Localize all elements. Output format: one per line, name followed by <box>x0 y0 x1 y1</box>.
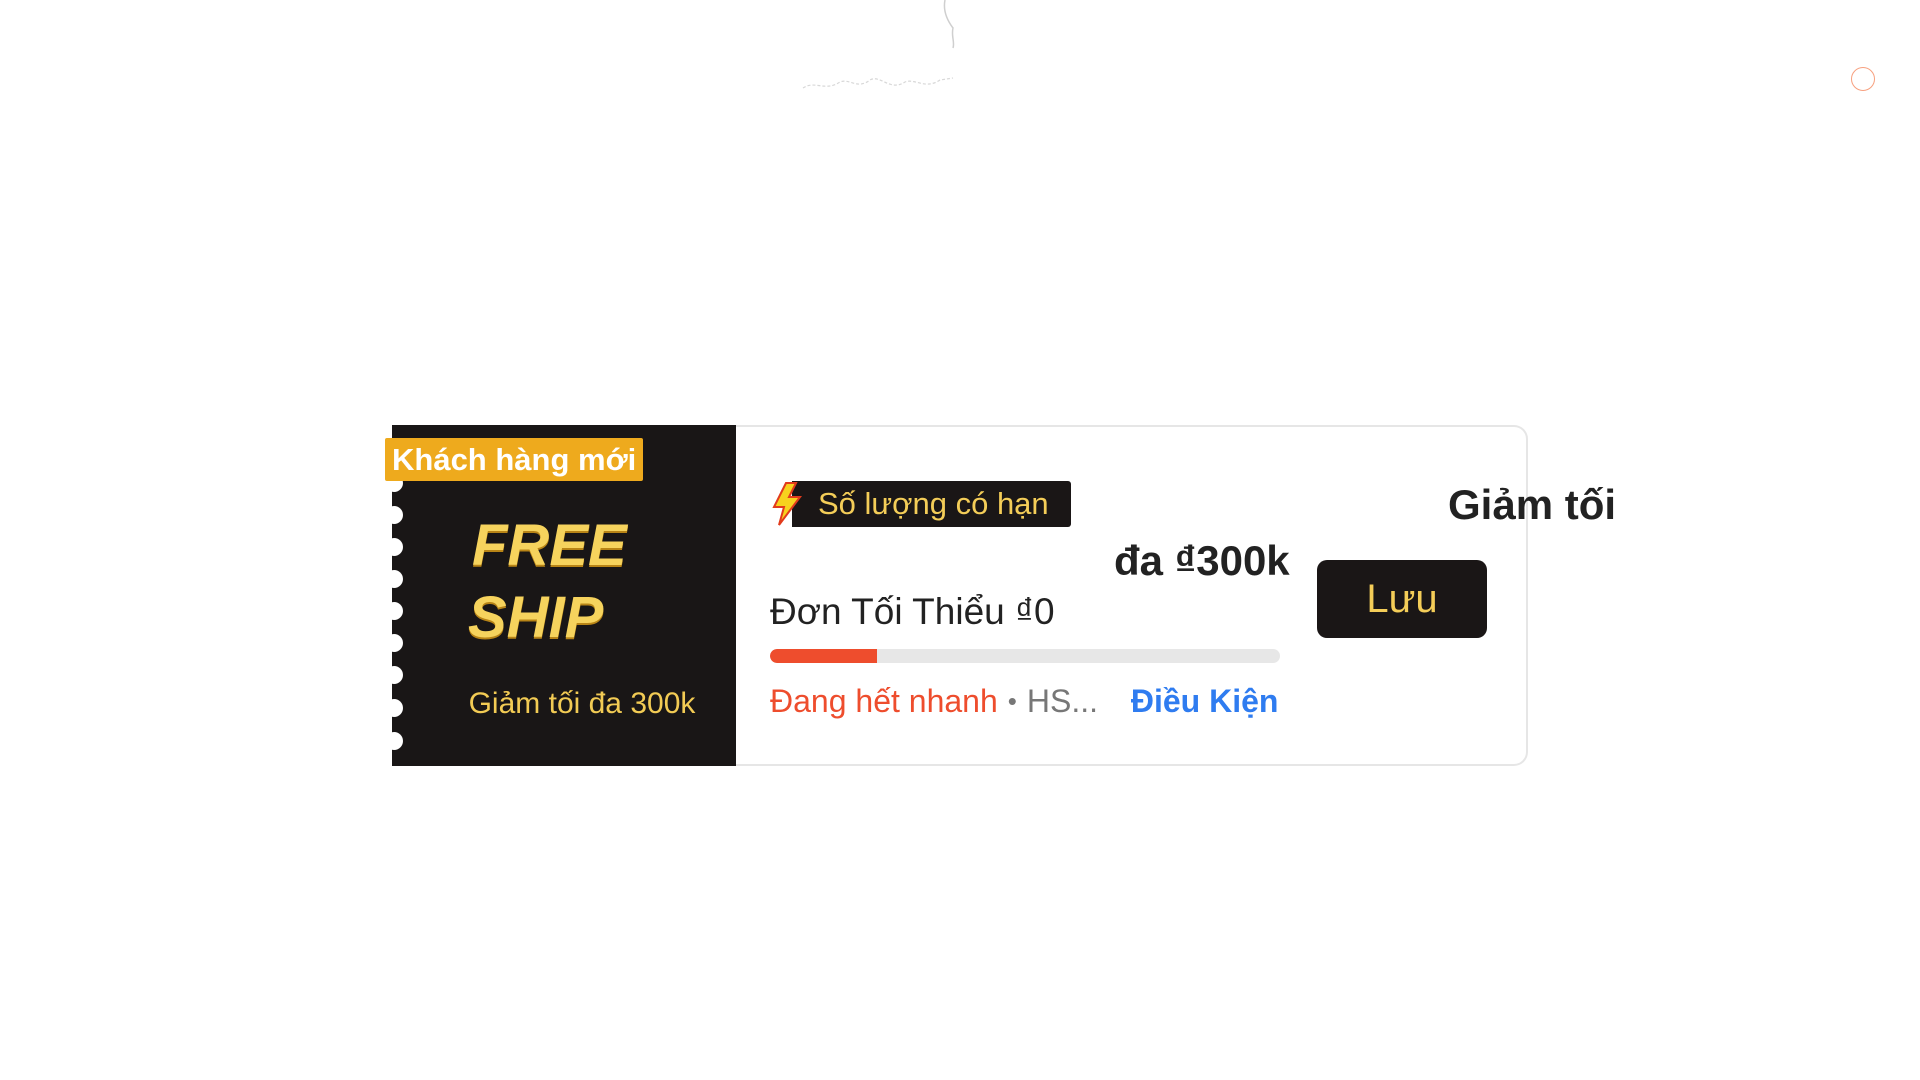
freeship-line-1: FREE <box>472 513 627 578</box>
min-order-text: Đơn Tối Thiểu ₫0 <box>770 591 1055 632</box>
freeship-line-2: SHIP <box>468 585 604 650</box>
freeship-logo: FREE SHIP <box>468 510 672 654</box>
loading-spinner-icon <box>1851 67 1875 91</box>
usage-progress-fill <box>770 649 878 663</box>
voucher-details-panel: Giảm tối đa ₫300k Số lượng có hạn Đơn Tố… <box>732 425 1616 766</box>
usage-progress-bar <box>770 649 1280 663</box>
separator-dot: • <box>1007 685 1017 716</box>
limited-quantity-label: Số lượng có hạn <box>792 481 1071 527</box>
save-voucher-button[interactable]: Lưu <box>1317 560 1487 638</box>
expiry-text: HS... <box>1026 682 1098 719</box>
lightning-icon <box>772 482 802 526</box>
status-row: Đang hết nhanh • HS... Điều Kiện <box>770 679 1278 723</box>
terms-link[interactable]: Điều Kiện <box>1131 683 1279 720</box>
perforation-edge <box>392 474 403 750</box>
background-decoration <box>802 0 955 89</box>
new-customer-badge: Khách hàng mới <box>385 438 644 481</box>
status-selling-fast: Đang hết nhanh <box>770 682 998 719</box>
max-discount-text: Giảm tối đa 300k <box>468 687 696 720</box>
limited-quantity-tag: Số lượng có hạn <box>770 481 1071 527</box>
page: Giảm tối đa ₫300k Số lượng có hạn Đơn Tố… <box>0 0 1920 1080</box>
